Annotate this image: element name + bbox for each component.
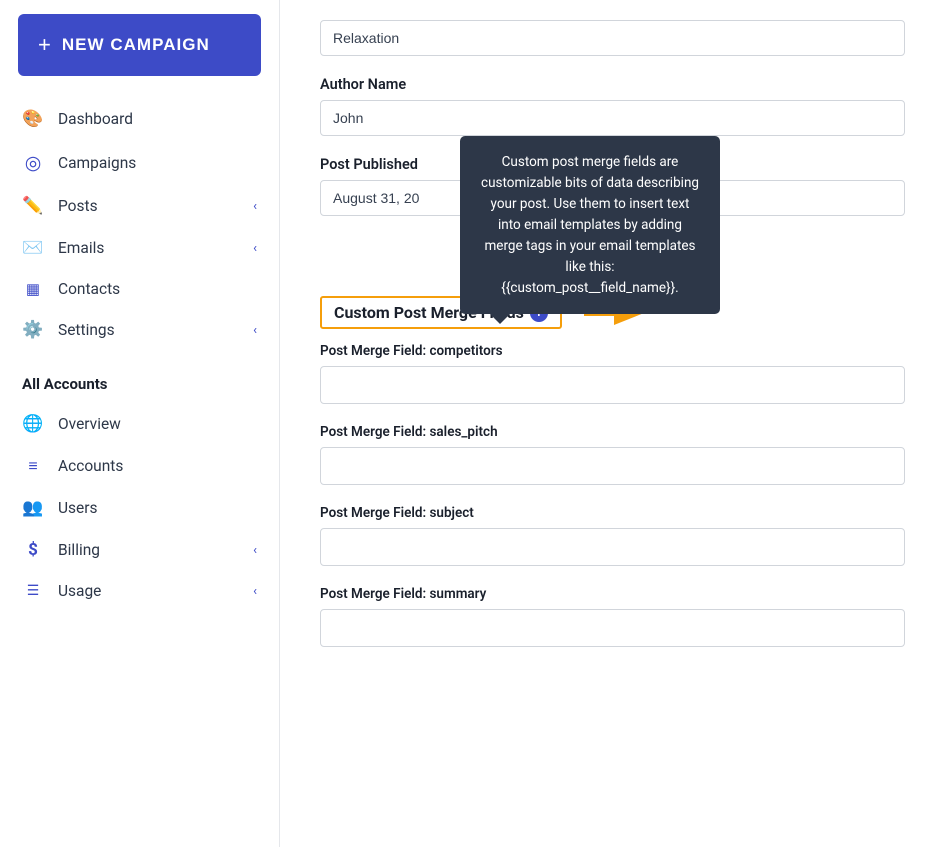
merge-field-competitors: Post Merge Field: competitors: [320, 343, 905, 404]
merge-field-sales-pitch-label: Post Merge Field: sales_pitch: [320, 424, 905, 440]
relaxation-input[interactable]: [320, 20, 905, 56]
chevron-right-icon: ‹: [253, 199, 257, 214]
merge-field-subject-input[interactable]: [320, 528, 905, 566]
sidebar-item-usage[interactable]: ☰ Usage ‹: [0, 571, 279, 611]
all-accounts-header: All Accounts: [0, 361, 279, 399]
main-content: Author Name Post Published Custom post m…: [280, 0, 945, 847]
merge-field-sales-pitch: Post Merge Field: sales_pitch: [320, 424, 905, 485]
post-published-field-group: Post Published Custom post merge fields …: [320, 156, 905, 216]
sidebar-item-label: Overview: [58, 415, 257, 433]
merge-field-summary-input[interactable]: [320, 609, 905, 647]
sidebar-item-settings[interactable]: ⚙️ Settings ‹: [0, 309, 279, 351]
author-name-input[interactable]: [320, 100, 905, 136]
merge-field-subject: Post Merge Field: subject: [320, 505, 905, 566]
sidebar-item-campaigns[interactable]: ◎ Campaigns: [0, 140, 279, 185]
sidebar-item-users[interactable]: 👥 Users: [0, 487, 279, 529]
accounts-nav: 🌐 Overview ≡ Accounts 👥 Users $ Billing …: [0, 399, 279, 621]
users-icon: 👥: [22, 498, 44, 518]
contacts-icon: ▦: [22, 280, 44, 298]
emails-icon: ✉️: [22, 238, 44, 258]
tooltip-text: Custom post merge fields are customizabl…: [481, 154, 699, 296]
plus-icon: +: [38, 32, 52, 58]
chevron-right-icon: ‹: [253, 241, 257, 256]
chevron-right-icon: ‹: [253, 543, 257, 558]
sidebar: + NEW CAMPAIGN 🎨 Dashboard ◎ Campaigns ✏…: [0, 0, 280, 847]
merge-field-competitors-input[interactable]: [320, 366, 905, 404]
overview-icon: 🌐: [22, 414, 44, 434]
merge-field-competitors-label: Post Merge Field: competitors: [320, 343, 905, 359]
sidebar-item-label: Emails: [58, 239, 239, 257]
sidebar-item-overview[interactable]: 🌐 Overview: [0, 403, 279, 445]
sidebar-item-label: Posts: [58, 197, 239, 215]
merge-field-subject-label: Post Merge Field: subject: [320, 505, 905, 521]
sidebar-item-label: Dashboard: [58, 110, 257, 128]
sidebar-item-accounts[interactable]: ≡ Accounts: [0, 445, 279, 487]
sidebar-item-label: Users: [58, 499, 257, 517]
sidebar-item-posts[interactable]: ✏️ Posts ‹: [0, 185, 279, 227]
sidebar-item-dashboard[interactable]: 🎨 Dashboard: [0, 98, 279, 140]
author-name-label: Author Name: [320, 76, 905, 93]
sidebar-item-label: Billing: [58, 541, 239, 559]
main-nav: 🎨 Dashboard ◎ Campaigns ✏️ Posts ‹ ✉️ Em…: [0, 94, 279, 361]
billing-icon: $: [22, 540, 44, 560]
sidebar-item-label: Settings: [58, 321, 239, 339]
sidebar-item-label: Campaigns: [58, 154, 257, 172]
merge-field-summary-label: Post Merge Field: summary: [320, 586, 905, 602]
chevron-right-icon: ‹: [253, 584, 257, 599]
sidebar-item-contacts[interactable]: ▦ Contacts: [0, 269, 279, 309]
new-campaign-label: NEW CAMPAIGN: [62, 35, 210, 55]
usage-icon: ☰: [22, 583, 44, 599]
merge-field-summary: Post Merge Field: summary: [320, 586, 905, 647]
sidebar-item-label: Contacts: [58, 280, 257, 298]
sidebar-item-label: Usage: [58, 582, 239, 600]
posts-icon: ✏️: [22, 196, 44, 216]
settings-icon: ⚙️: [22, 320, 44, 340]
relaxation-field-group: [320, 20, 905, 56]
chevron-right-icon: ‹: [253, 323, 257, 338]
tooltip-box: Custom post merge fields are customizabl…: [460, 136, 720, 314]
author-name-field-group: Author Name: [320, 76, 905, 136]
campaigns-icon: ◎: [22, 151, 44, 174]
dashboard-icon: 🎨: [22, 109, 44, 129]
sidebar-item-label: Accounts: [58, 457, 257, 475]
new-campaign-button[interactable]: + NEW CAMPAIGN: [18, 14, 261, 76]
sidebar-item-emails[interactable]: ✉️ Emails ‹: [0, 227, 279, 269]
accounts-icon: ≡: [22, 456, 44, 476]
sidebar-item-billing[interactable]: $ Billing ‹: [0, 529, 279, 571]
merge-field-sales-pitch-input[interactable]: [320, 447, 905, 485]
